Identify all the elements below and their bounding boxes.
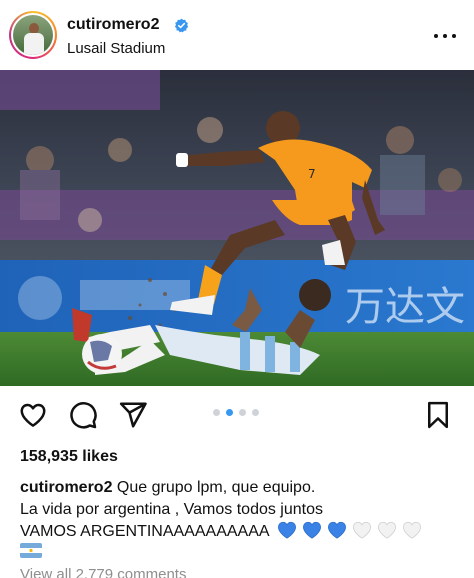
caption-line-2: La vida por argentina , Vamos todos junt… [20, 501, 323, 518]
caption-username[interactable]: cutiromero2 [20, 479, 112, 496]
heart-icon[interactable] [18, 400, 48, 430]
carousel-dot-active [226, 409, 233, 416]
likes-count[interactable]: 158,935 likes [20, 448, 118, 466]
bookmark-icon[interactable] [423, 400, 453, 430]
caption-line-3: VAMOS ARGENTINAAAAAAAAAA [20, 523, 269, 540]
blue-heart-emoji-icon [278, 521, 297, 539]
football [82, 334, 122, 374]
white-heart-emoji-icon [378, 521, 397, 539]
verified-badge-icon [174, 18, 189, 33]
blue-heart-emoji-icon [303, 521, 322, 539]
carousel-dot [239, 409, 246, 416]
share-icon[interactable] [118, 400, 148, 430]
post-photo[interactable]: 万达文 7 [0, 70, 474, 386]
white-heart-emoji-icon [353, 521, 372, 539]
avatar [13, 15, 53, 55]
carousel-dot [213, 409, 220, 416]
blue-heart-emoji-icon [328, 521, 347, 539]
location-link[interactable]: Lusail Stadium [67, 40, 165, 57]
caption: cutiromero2 Que grupo lpm, que equipo. L… [20, 477, 460, 546]
jersey-number: 7 [308, 167, 316, 181]
caption-line-1: Que grupo lpm, que equipo. [116, 479, 316, 496]
white-heart-emoji-icon [403, 521, 422, 539]
instagram-post: cutiromero2 Lusail Stadium 万达文 7 158,935… [0, 0, 474, 578]
view-comments-link[interactable]: View all 2,779 comments [20, 566, 186, 578]
avatar-story-ring[interactable] [9, 11, 57, 59]
emoji-hearts [277, 521, 427, 546]
username[interactable]: cutiromero2 [67, 16, 159, 34]
post-header: cutiromero2 Lusail Stadium [0, 0, 474, 70]
match-photo-illustration: 万达文 7 [0, 70, 474, 386]
ad-board-text: 万达文 [345, 284, 465, 330]
carousel-dot [252, 409, 259, 416]
post-actions [0, 396, 474, 436]
argentina-flag-icon [20, 543, 42, 558]
more-options-icon[interactable] [434, 26, 458, 46]
comment-icon[interactable] [68, 400, 98, 430]
